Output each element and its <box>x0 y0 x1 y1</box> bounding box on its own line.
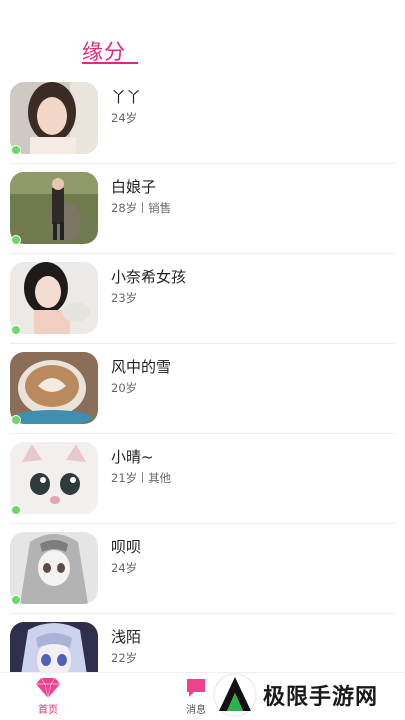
online-status-dot <box>11 325 21 335</box>
user-avatar[interactable] <box>10 172 98 244</box>
user-row[interactable]: 白娘子 28岁 销售 <box>0 164 405 254</box>
user-list: 丫丫 24岁 白娘子 28岁 销售 小奈希女孩 23岁 风中的雪 20岁 小晴~… <box>0 74 405 704</box>
tab-home-label: 首页 <box>38 705 58 716</box>
online-status-dot <box>11 145 21 155</box>
user-age: 20岁 <box>111 381 138 395</box>
user-name: 呗呗 <box>111 538 142 556</box>
user-meta: 21岁 其他 <box>111 470 171 486</box>
user-row[interactable]: 小晴~ 21岁 其他 <box>0 434 405 524</box>
online-status-dot <box>11 595 21 605</box>
online-status-dot <box>11 235 21 245</box>
diamond-icon <box>18 675 78 701</box>
user-avatar[interactable] <box>10 352 98 424</box>
user-row[interactable]: 风中的雪 20岁 <box>0 344 405 434</box>
watermark-text: 极限手游网 <box>263 684 379 710</box>
meta-divider <box>142 202 144 213</box>
user-meta: 24岁 <box>111 110 137 126</box>
user-name: 小晴~ <box>111 448 154 466</box>
watermark: 极限手游网 <box>213 670 405 720</box>
online-status-dot <box>11 505 21 515</box>
user-row[interactable]: 呗呗 24岁 <box>0 524 405 614</box>
user-age: 22岁 <box>111 651 138 665</box>
user-avatar[interactable] <box>10 442 98 514</box>
user-avatar[interactable] <box>10 532 98 604</box>
user-job: 销售 <box>148 201 172 215</box>
tab-home[interactable]: 首页 <box>18 675 78 719</box>
user-row[interactable]: 小奈希女孩 23岁 <box>0 254 405 344</box>
user-age: 23岁 <box>111 291 138 305</box>
user-meta: 28岁 销售 <box>111 200 171 216</box>
user-age: 24岁 <box>111 561 138 575</box>
user-age: 24岁 <box>111 111 138 125</box>
user-row[interactable]: 丫丫 24岁 <box>0 74 405 164</box>
user-name: 小奈希女孩 <box>111 268 187 286</box>
title-underline <box>82 62 138 64</box>
user-avatar[interactable] <box>10 82 98 154</box>
user-age: 21岁 <box>111 471 138 485</box>
watermark-logo-icon <box>213 673 257 717</box>
user-name: 风中的雪 <box>111 358 172 376</box>
user-meta: 20岁 <box>111 380 137 396</box>
user-age: 28岁 <box>111 201 138 215</box>
user-meta: 24岁 <box>111 560 137 576</box>
user-meta: 23岁 <box>111 290 137 306</box>
user-name: 白娘子 <box>111 178 157 196</box>
user-meta: 22岁 <box>111 650 137 666</box>
online-status-dot <box>11 415 21 425</box>
user-name: 丫丫 <box>111 88 142 106</box>
user-name: 浅陌 <box>111 628 142 646</box>
meta-divider <box>142 472 144 483</box>
page-header: 缘分 <box>0 0 405 72</box>
user-job: 其他 <box>148 471 172 485</box>
user-avatar[interactable] <box>10 262 98 334</box>
